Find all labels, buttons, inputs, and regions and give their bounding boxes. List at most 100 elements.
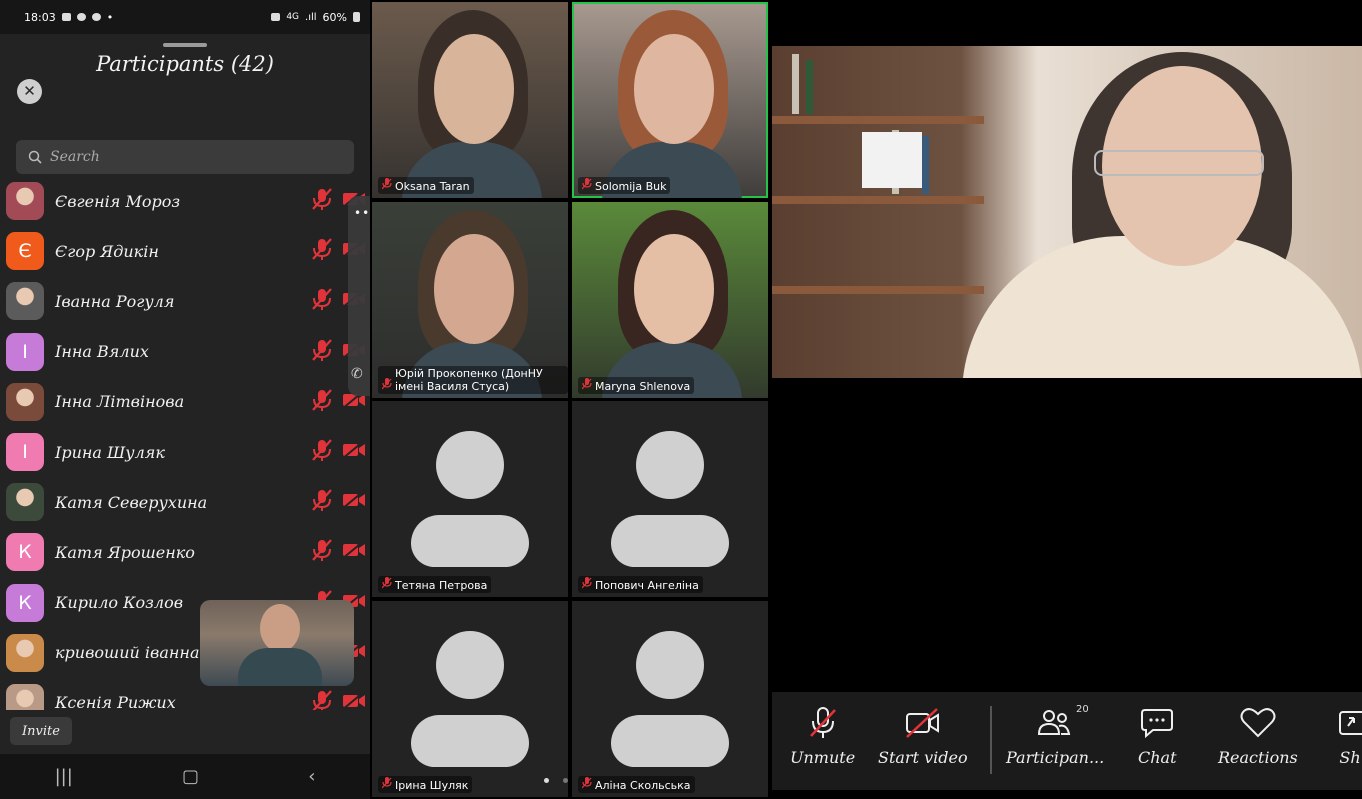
- participants-button[interactable]: 20 Participan...: [1006, 704, 1105, 767]
- page-dot[interactable]: [563, 778, 568, 783]
- speaker-glasses: [1094, 150, 1264, 176]
- video-tile[interactable]: Ірина Шуляк: [372, 600, 568, 797]
- start-video-button[interactable]: Start video: [878, 706, 968, 767]
- page-indicator[interactable]: [544, 778, 568, 783]
- participant-row[interactable]: Є Єгор Ядикін: [0, 226, 370, 276]
- self-video-preview[interactable]: [200, 600, 354, 686]
- back-icon[interactable]: ‹: [308, 766, 315, 787]
- participant-face: [434, 34, 514, 144]
- status-time: 18:03: [24, 10, 56, 24]
- settings-icon: [91, 13, 101, 21]
- side-panel-tab[interactable]: •• ✆: [348, 196, 370, 396]
- picture-frame: [862, 132, 922, 188]
- book: [922, 136, 929, 194]
- network-type: 4G: [286, 12, 300, 22]
- video-tile[interactable]: Юрій Прокопенко (ДонНУ імені Василя Стус…: [372, 201, 568, 398]
- participant-name: Ксенія Рижих: [55, 693, 176, 710]
- signal-icon: .ıll: [305, 11, 317, 23]
- participant-row[interactable]: Катя Северухина: [0, 477, 370, 527]
- tile-label: Юрій Прокопенко (ДонНУ імені Василя Стус…: [378, 365, 568, 394]
- muted-mic-icon[interactable]: [311, 287, 333, 315]
- tile-label: Solomija Buk: [578, 177, 671, 194]
- participant-row[interactable]: І Ірина Шуляк: [0, 427, 370, 477]
- search-input[interactable]: [50, 149, 330, 165]
- video-off-icon[interactable]: [341, 439, 367, 465]
- self-video-body: [238, 648, 322, 686]
- video-off-icon[interactable]: [341, 539, 367, 565]
- participant-face: [634, 233, 714, 344]
- video-tile[interactable]: Аліна Скольська: [572, 600, 768, 797]
- notification-icon: [76, 13, 86, 21]
- home-icon[interactable]: ▢: [182, 766, 199, 787]
- phone-icon: ✆: [351, 366, 363, 382]
- recent-apps-icon[interactable]: |||: [55, 766, 73, 787]
- start-video-label: Start video: [878, 748, 968, 767]
- muted-mic-icon[interactable]: [311, 388, 333, 416]
- reactions-label: Reactions: [1218, 748, 1298, 767]
- video-tile[interactable]: Maryna Shlenova: [572, 201, 768, 398]
- search-icon: [28, 150, 42, 164]
- muted-mic-icon: [809, 707, 836, 738]
- muted-mic-icon[interactable]: [311, 237, 333, 265]
- avatar: І: [6, 433, 44, 472]
- avatar-placeholder-body: [411, 714, 529, 767]
- participant-face: [434, 233, 514, 344]
- avatar: К: [6, 533, 44, 572]
- avatar: К: [6, 583, 44, 622]
- tile-participant-name: Maryna Shlenova: [595, 379, 691, 393]
- avatar-placeholder-head: [636, 630, 704, 699]
- video-tile[interactable]: Oksana Taran: [372, 2, 568, 198]
- dot-icon: •: [106, 10, 114, 24]
- participants-count-badge: 20: [1076, 704, 1089, 715]
- participant-row[interactable]: Євгенія Мороз: [0, 176, 370, 226]
- muted-mic-icon[interactable]: [311, 488, 333, 516]
- participants-label: Participan...: [1006, 748, 1105, 767]
- participant-row[interactable]: Інна Літвінова: [0, 377, 370, 427]
- tile-label: Аліна Скольська: [578, 775, 695, 793]
- participants-panel: 18:03 • 4G .ıll 60% Participants (42) ✕ …: [0, 0, 370, 799]
- participant-name: Єгор Ядикін: [55, 241, 159, 261]
- reactions-button[interactable]: Reactions: [1218, 706, 1298, 767]
- participant-name: Ірина Шуляк: [55, 442, 165, 462]
- participant-row[interactable]: Іванна Рогуля: [0, 276, 370, 326]
- search-box[interactable]: [16, 140, 354, 174]
- muted-mic-icon[interactable]: [311, 187, 333, 215]
- video-tile[interactable]: Solomija Buk: [572, 2, 768, 198]
- muted-mic-icon[interactable]: [311, 338, 333, 366]
- speaker-video[interactable]: [772, 46, 1362, 378]
- avatar-placeholder-head: [636, 431, 704, 499]
- tile-label: Maryna Shlenova: [578, 376, 695, 394]
- participant-row[interactable]: К Катя Ярошенко: [0, 527, 370, 577]
- share-icon: [1339, 711, 1362, 735]
- video-tile[interactable]: Тетяна Петрова: [372, 401, 568, 597]
- shelf: [772, 286, 984, 294]
- muted-mic-icon[interactable]: [311, 538, 333, 566]
- muted-mic-icon: [381, 577, 392, 592]
- unmute-button[interactable]: Unmute: [790, 706, 855, 767]
- lock-icon: [271, 13, 281, 21]
- toolbar-divider: [990, 706, 992, 774]
- muted-mic-icon: [381, 377, 392, 393]
- tile-participant-name: Oksana Taran: [395, 180, 470, 193]
- video-tile[interactable]: Попович Ангеліна: [572, 401, 768, 597]
- muted-mic-icon[interactable]: [311, 438, 333, 466]
- video-off-icon[interactable]: [341, 489, 367, 515]
- page-dot[interactable]: [544, 778, 549, 783]
- participant-face: [634, 34, 714, 144]
- drag-handle[interactable]: [163, 43, 207, 47]
- close-button[interactable]: ✕: [17, 79, 42, 104]
- invite-button[interactable]: Invite: [10, 717, 72, 745]
- muted-mic-icon[interactable]: [311, 689, 333, 710]
- avatar: [6, 282, 44, 321]
- share-button[interactable]: Sh: [1338, 706, 1362, 767]
- shelf: [772, 196, 984, 204]
- avatar: І: [6, 332, 44, 371]
- participant-name: Інна Вялих: [55, 342, 149, 362]
- muted-mic-icon: [581, 178, 592, 193]
- tile-participant-name: Тетяна Петрова: [395, 579, 488, 592]
- video-off-icon[interactable]: [341, 690, 367, 710]
- participant-row[interactable]: І Інна Вялих: [0, 327, 370, 377]
- chat-button[interactable]: Chat: [1138, 706, 1177, 767]
- muted-mic-icon: [381, 776, 392, 792]
- tile-label: Ірина Шуляк: [378, 775, 473, 793]
